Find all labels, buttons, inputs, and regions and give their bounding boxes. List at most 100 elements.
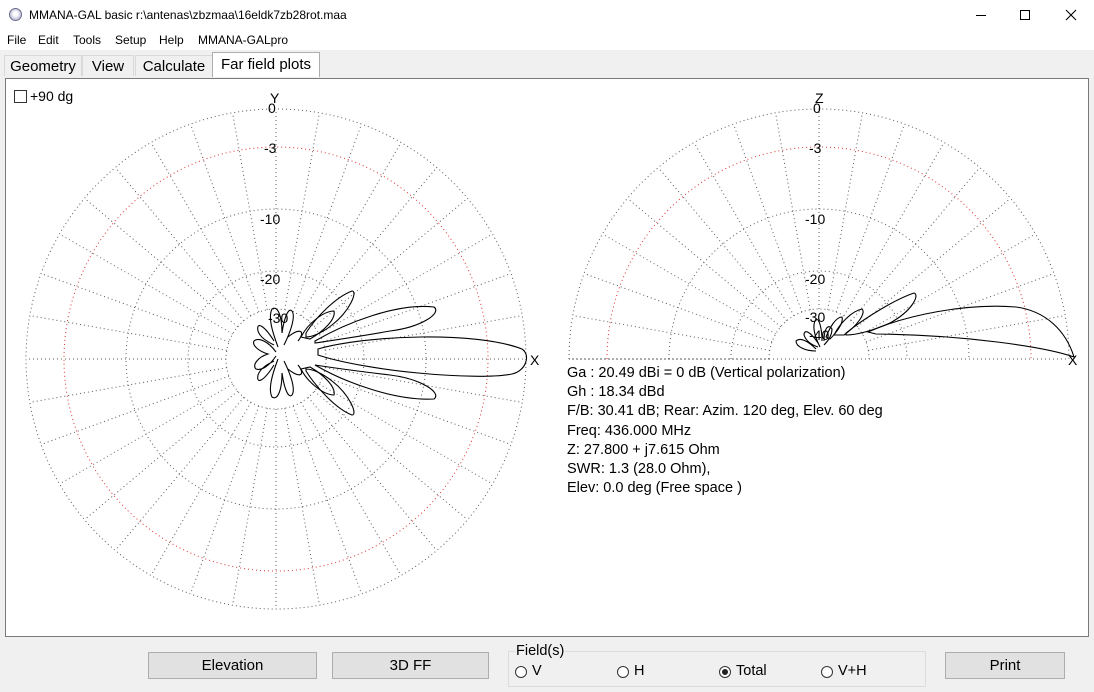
menu-tools[interactable]: Tools	[73, 33, 101, 47]
el-spoke	[827, 112, 863, 310]
az-spoke	[313, 197, 468, 328]
info-swr: SWR: 1.3 (28.0 Ohm),	[567, 461, 711, 478]
azimuth-axis-x: X	[530, 352, 540, 368]
radio-v[interactable]	[515, 666, 527, 678]
el-spoke	[572, 315, 770, 351]
az-spoke	[84, 197, 239, 328]
radio-h-label: H	[634, 663, 645, 679]
az-spoke	[40, 375, 230, 445]
info-elev: Elev: 0.0 deg (Free space )	[567, 480, 742, 497]
az-spoke	[319, 233, 493, 335]
info-freq: Freq: 436.000 MHz	[567, 422, 692, 439]
el-spoke	[657, 167, 788, 322]
el-spoke	[583, 273, 773, 343]
el-spoke	[843, 142, 945, 316]
fields-group-title: Field(s)	[515, 643, 566, 659]
az-spoke	[322, 375, 512, 445]
az-ring-3	[187, 270, 365, 448]
radio-v-plus-h-label: V+H	[838, 663, 867, 679]
tab-view[interactable]: View	[82, 55, 134, 76]
el-ring-label-30: -30	[805, 309, 825, 325]
3d-ff-button[interactable]: 3D FF	[332, 652, 489, 679]
menu-bar: File Edit Tools Setup Help MMANA-GALpro	[0, 30, 1094, 50]
az-ring-label-3: -3	[264, 140, 277, 156]
tab-far-field-plots[interactable]: Far field plots	[212, 52, 320, 77]
az-ring-2	[125, 208, 427, 510]
info-ga: Ga : 20.49 dBi = 0 dB (Vertical polariza…	[567, 365, 846, 381]
maximize-icon[interactable]	[1002, 0, 1048, 30]
az-spoke	[84, 390, 239, 521]
az-spoke	[313, 390, 468, 521]
az-spoke	[300, 402, 402, 576]
elevation-button[interactable]: Elevation	[148, 652, 317, 679]
tab-geometry[interactable]: Geometry	[4, 55, 82, 76]
menu-file[interactable]: File	[7, 33, 26, 47]
el-spoke	[862, 233, 1036, 335]
az-spoke	[150, 402, 252, 576]
az-spoke	[114, 167, 245, 322]
el-ring-label-20: -20	[805, 271, 825, 287]
radio-total-label: Total	[736, 663, 767, 679]
radio-h[interactable]	[617, 666, 629, 678]
menu-edit[interactable]: Edit	[38, 33, 59, 47]
title-bar: MMANA-GAL basic r:\antenas\zbzmaa\16eldk…	[0, 0, 1094, 30]
antenna-app-icon	[9, 8, 22, 21]
plus90-checkbox[interactable]	[14, 90, 27, 103]
el-spoke	[693, 142, 795, 316]
az-ring-label-20: -20	[260, 271, 280, 287]
az-ring-label-10: -10	[260, 211, 280, 227]
azimuth-axis-y: Y	[270, 90, 280, 106]
el-main-lobe	[866, 305, 1075, 358]
azimuth-grid	[25, 108, 527, 610]
az-spoke	[29, 315, 227, 351]
az-spoke	[292, 123, 362, 313]
elevation-ring-labels: 0 -3 -10 -20 -30 -40 Z X	[805, 90, 1078, 368]
far-field-panel: 0 -3 -10 -20 -30 Y X 0 -3 -10 -20 -30 -4…	[5, 78, 1089, 637]
tab-strip: Geometry View Calculate Far field plots	[0, 50, 1094, 78]
az-spoke	[292, 405, 362, 595]
el-spoke	[602, 233, 776, 335]
elevation-axis-x: X	[1068, 352, 1078, 368]
minimize-icon[interactable]	[958, 0, 1004, 30]
info-gh: Gh : 18.34 dBd	[567, 384, 665, 401]
az-spoke	[40, 273, 230, 343]
plot-canvas: 0 -3 -10 -20 -30 Y X 0 -3 -10 -20 -30 -4…	[25, 90, 1078, 610]
window-title: MMANA-GAL basic r:\antenas\zbzmaa\16eldk…	[29, 8, 347, 22]
az-spoke	[59, 233, 233, 335]
el-side-lobe-2	[833, 308, 864, 336]
az-spoke	[59, 383, 233, 485]
radio-total[interactable]	[719, 666, 731, 678]
menu-help[interactable]: Help	[159, 33, 184, 47]
elevation-axis-z: Z	[815, 90, 824, 106]
az-spoke	[232, 408, 268, 606]
plus90-checkbox-label: +90 dg	[30, 88, 74, 104]
radio-v-plus-h[interactable]	[821, 666, 833, 678]
el-spoke	[865, 273, 1055, 343]
tab-calculate[interactable]: Calculate	[135, 55, 213, 76]
azimuth-ring-labels: 0 -3 -10 -20 -30 Y X	[260, 90, 540, 368]
az-spoke	[284, 408, 320, 606]
close-icon[interactable]	[1048, 0, 1094, 30]
azimuth-pattern	[253, 290, 528, 416]
az-ring-label-30: -30	[268, 310, 288, 326]
el-ring-label-3: -3	[809, 140, 822, 156]
radio-v-label: V	[532, 663, 542, 679]
az-spoke	[322, 273, 512, 343]
info-impedance: Z: 27.800 + j7.615 Ohm	[567, 441, 720, 458]
menu-mmana-galpro[interactable]: MMANA-GALpro	[198, 33, 288, 47]
el-spoke	[627, 197, 782, 328]
az-spoke	[114, 396, 245, 551]
az-spoke	[307, 396, 438, 551]
menu-setup[interactable]: Setup	[115, 33, 146, 47]
print-button[interactable]: Print	[945, 652, 1065, 679]
el-ring-label-10: -10	[805, 211, 825, 227]
results-info: Ga : 20.49 dBi = 0 dB (Vertical polariza…	[567, 364, 883, 498]
az-spoke	[284, 112, 320, 310]
info-fb: F/B: 30.41 dB; Rear: Azim. 120 deg, Elev…	[567, 403, 883, 420]
az-spoke	[319, 383, 493, 485]
el-spoke	[856, 197, 1011, 328]
el-ring-label-40: -40	[809, 327, 829, 343]
az-spoke	[300, 142, 402, 316]
az-spoke	[190, 123, 260, 313]
el-spoke	[733, 123, 803, 313]
